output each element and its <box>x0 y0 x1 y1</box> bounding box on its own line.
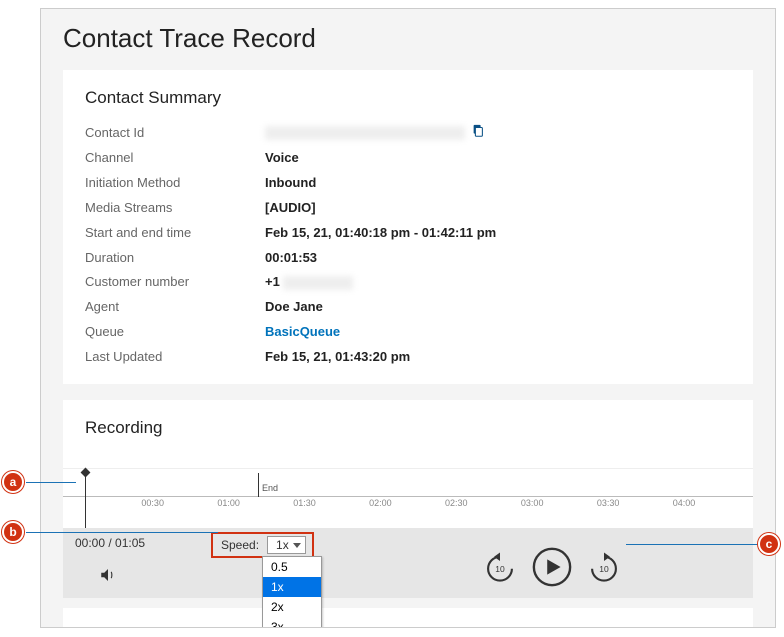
timeline[interactable]: End 00:30 01:00 01:30 02:00 02:30 03:00 … <box>63 468 753 528</box>
value: Inbound <box>265 173 316 194</box>
tick: 01:00 <box>217 498 240 508</box>
playback-controls: 10 10 <box>483 546 621 588</box>
recording-card: Recording End 00:30 01:00 01:30 02:00 02… <box>63 400 753 598</box>
callout-c-line <box>626 544 758 545</box>
label: Media Streams <box>85 198 265 219</box>
redacted-id <box>265 126 465 140</box>
speed-selector[interactable]: Speed: 1x <box>211 532 314 558</box>
row-media: Media Streams [AUDIO] <box>85 196 731 221</box>
callout-a-line <box>26 482 76 483</box>
callout-b-line <box>26 532 218 533</box>
queue-link[interactable]: BasicQueue <box>265 322 340 343</box>
tick: 02:00 <box>369 498 392 508</box>
callout-a: a <box>2 471 24 493</box>
row-agent: Agent Doe Jane <box>85 295 731 320</box>
speed-option[interactable]: 0.5 <box>263 557 321 577</box>
value: +1 <box>265 272 353 293</box>
label: Start and end time <box>85 223 265 244</box>
label: Channel <box>85 148 265 169</box>
tick: 00:30 <box>141 498 164 508</box>
main-panel: Contact Trace Record Contact Summary Con… <box>40 8 776 628</box>
play-button[interactable] <box>531 546 573 588</box>
label: Agent <box>85 297 265 318</box>
recording-title: Recording <box>63 418 753 438</box>
value <box>265 123 465 144</box>
summary-title: Contact Summary <box>85 88 731 108</box>
label: Duration <box>85 248 265 269</box>
tick: 03:30 <box>597 498 620 508</box>
label: Last Updated <box>85 347 265 368</box>
row-duration: Duration 00:01:53 <box>85 246 731 271</box>
row-time: Start and end time Feb 15, 21, 01:40:18 … <box>85 221 731 246</box>
row-queue: Queue BasicQueue <box>85 320 731 345</box>
next-card <box>63 608 753 628</box>
value: Doe Jane <box>265 297 323 318</box>
speed-dropdown[interactable]: 0.5 1x 2x 3x <box>262 556 322 628</box>
end-marker-icon <box>258 473 259 497</box>
row-channel: Channel Voice <box>85 146 731 171</box>
speed-value[interactable]: 1x <box>267 536 306 554</box>
label: Queue <box>85 322 265 343</box>
row-updated: Last Updated Feb 15, 21, 01:43:20 pm <box>85 345 731 370</box>
playhead-icon[interactable] <box>85 472 86 528</box>
copy-icon[interactable] <box>471 122 485 144</box>
speed-option[interactable]: 3x <box>263 617 321 628</box>
end-label: End <box>262 483 278 493</box>
row-custnum: Customer number +1 <box>85 270 731 295</box>
svg-text:10: 10 <box>599 564 609 574</box>
callout-c: c <box>758 533 780 555</box>
svg-text:10: 10 <box>495 564 505 574</box>
tick: 03:00 <box>521 498 544 508</box>
tick: 01:30 <box>293 498 316 508</box>
volume-button[interactable] <box>99 566 117 589</box>
rewind-10-button[interactable]: 10 <box>483 550 517 584</box>
timeline-track[interactable] <box>63 469 753 497</box>
speed-option-selected[interactable]: 1x <box>263 577 321 597</box>
redacted-num <box>283 276 353 290</box>
forward-10-button[interactable]: 10 <box>587 550 621 584</box>
row-init-method: Initiation Method Inbound <box>85 171 731 196</box>
value: Voice <box>265 148 299 169</box>
value: Feb 15, 21, 01:40:18 pm - 01:42:11 pm <box>265 223 496 244</box>
speed-label: Speed: <box>221 538 259 552</box>
custnum-prefix: +1 <box>265 274 280 289</box>
tick: 04:00 <box>673 498 696 508</box>
callout-b: b <box>2 521 24 543</box>
playback-time: 00:00 / 01:05 <box>75 536 145 550</box>
row-contact-id: Contact Id <box>85 120 731 146</box>
value: [AUDIO] <box>265 198 316 219</box>
label: Initiation Method <box>85 173 265 194</box>
value: Feb 15, 21, 01:43:20 pm <box>265 347 410 368</box>
tick: 02:30 <box>445 498 468 508</box>
label: Customer number <box>85 272 265 293</box>
label: Contact Id <box>85 123 265 144</box>
player-bar: 00:00 / 01:05 Speed: 1x 0.5 1x 2x 3x <box>63 528 753 598</box>
speed-option[interactable]: 2x <box>263 597 321 617</box>
contact-summary-card: Contact Summary Contact Id Channel Voice… <box>63 70 753 384</box>
page-title: Contact Trace Record <box>63 23 753 54</box>
value: 00:01:53 <box>265 248 317 269</box>
